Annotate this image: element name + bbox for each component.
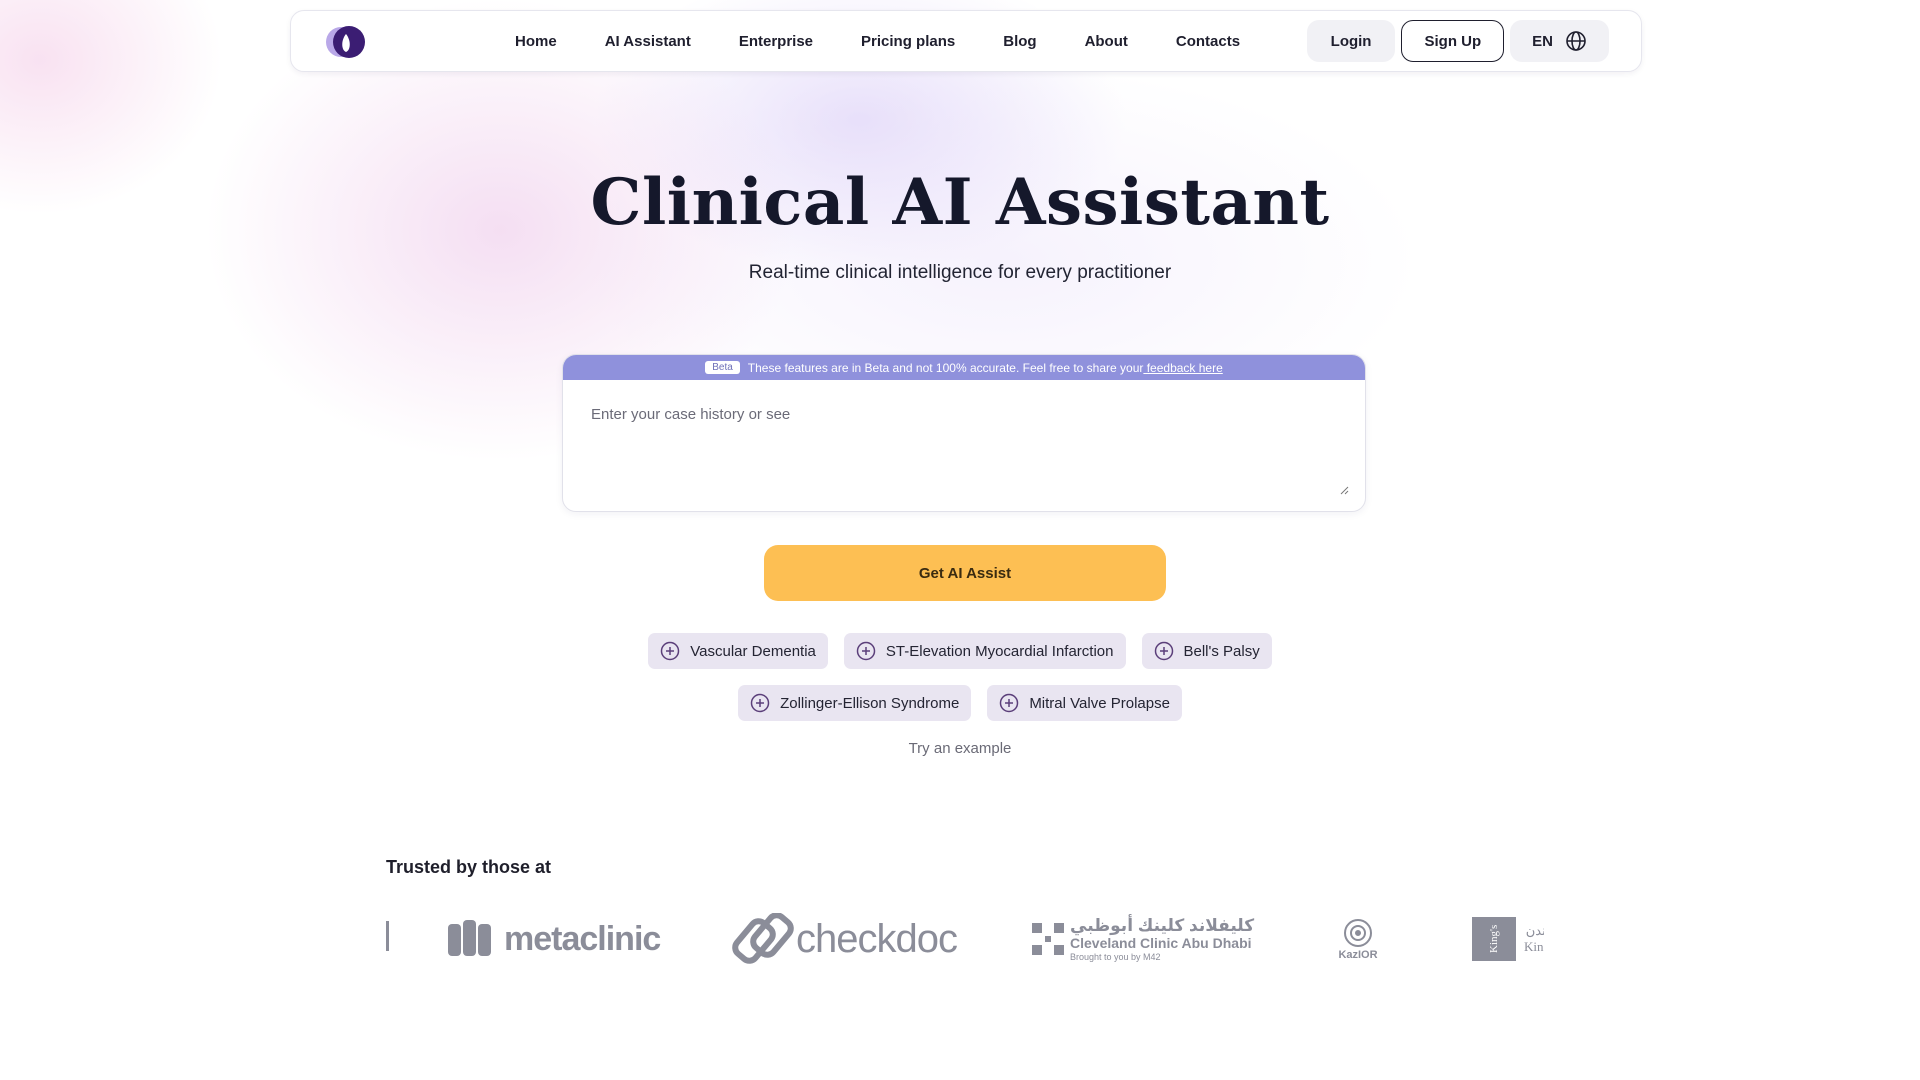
beta-notice-message: These features are in Beta and not 100% …	[747, 360, 1144, 375]
example-chip-label: Bell's Palsy	[1183, 642, 1260, 660]
trusted-by-heading: Trusted by those at	[386, 857, 552, 877]
plus-circle-icon	[1154, 641, 1173, 661]
nav-link-blog[interactable]: Blog	[979, 33, 1060, 50]
logo-cleveland-clinic-abu-dhabi: كليفلاند كلينك أبوظبي Cleveland Clinic A…	[1032, 905, 1254, 973]
nav-link-contacts[interactable]: Contacts	[1152, 33, 1264, 50]
case-history-input[interactable]	[563, 380, 1365, 511]
example-chip-stemi[interactable]: ST-Elevation Myocardial Infarction	[843, 633, 1126, 669]
checkdoc-mark-icon	[732, 913, 794, 964]
plus-circle-icon	[856, 641, 876, 661]
logo-checkdoc: checkdoc	[732, 905, 958, 973]
example-chip-label: ST-Elevation Myocardial Infarction	[885, 642, 1114, 660]
signup-button[interactable]: Sign Up	[1401, 20, 1505, 62]
example-chip-bells-palsy[interactable]: Bell's Palsy	[1141, 633, 1272, 669]
example-chip-label: Zollinger-Ellison Syndrome	[780, 694, 960, 712]
cleveland-tagline: Brought to you by M42	[1070, 951, 1161, 962]
logo-kings: King's لندن King	[1472, 905, 1544, 973]
checkdoc-wordmark: checkdoc	[796, 916, 958, 961]
login-button[interactable]: Login	[1306, 20, 1396, 62]
example-chip-label: Mitral Valve Prolapse	[1029, 694, 1170, 712]
nav-link-pricing-plans[interactable]: Pricing plans	[837, 33, 979, 50]
top-navbar: Home AI Assistant Enterprise Pricing pla…	[290, 10, 1642, 72]
get-ai-assist-button[interactable]: Get AI Assist	[764, 545, 1166, 601]
language-selector-button[interactable]: EN	[1510, 20, 1609, 62]
cleveland-english-name: Cleveland Clinic Abu Dhabi	[1070, 934, 1252, 951]
beta-notice-text: These features are in Beta and not 100% …	[748, 361, 1223, 375]
example-chips-row-1: Vascular Dementia ST-Elevation Myocardia…	[0, 633, 1920, 669]
logo-kazior: KazIOR	[1336, 905, 1380, 973]
language-label: EN	[1532, 32, 1553, 50]
main-nav: Home AI Assistant Enterprise Pricing pla…	[491, 11, 1264, 71]
logo-metaclinic: metaclinic	[448, 905, 661, 973]
metaclinic-mark-icon	[448, 920, 491, 956]
resize-handle-icon[interactable]	[1340, 486, 1349, 495]
kazior-wordmark: KazIOR	[1338, 949, 1378, 961]
cleveland-arabic-name: كليفلاند كلينك أبوظبي	[1070, 915, 1255, 935]
nav-link-ai-assistant[interactable]: AI Assistant	[581, 33, 715, 50]
feedback-link[interactable]: feedback here	[1143, 361, 1223, 375]
example-chip-zollinger-ellison[interactable]: Zollinger-Ellison Syndrome	[738, 685, 972, 721]
brand-logo-icon[interactable]	[325, 24, 367, 60]
metaclinic-wordmark: metaclinic	[504, 919, 661, 958]
example-chip-vascular-dementia[interactable]: Vascular Dementia	[648, 633, 828, 669]
plus-circle-icon	[1000, 693, 1019, 713]
kings-english-text: King	[1524, 939, 1544, 954]
kazior-mark-icon	[1344, 919, 1372, 947]
kings-arabic-text: لندن	[1525, 923, 1544, 938]
nav-actions: Login Sign Up EN	[1306, 20, 1609, 62]
example-chip-mitral-valve-prolapse[interactable]: Mitral Valve Prolapse	[987, 685, 1182, 721]
example-chip-label: Vascular Dementia	[690, 642, 816, 660]
example-chips-row-2: Zollinger-Ellison Syndrome Mitral Valve …	[0, 685, 1920, 721]
nav-link-home[interactable]: Home	[491, 33, 581, 50]
nav-link-about[interactable]: About	[1061, 33, 1152, 50]
nav-link-enterprise[interactable]: Enterprise	[715, 33, 837, 50]
page-subtitle: Real-time clinical intelligence for ever…	[748, 262, 1172, 283]
try-example-caption: Try an example	[908, 740, 1012, 757]
plus-circle-icon	[661, 641, 680, 661]
case-input-card: Beta These features are in Beta and not …	[562, 354, 1366, 512]
partner-logos-carousel: metaclinic checkdoc كليفلاند كلينك أبوظب…	[386, 905, 1544, 973]
beta-notice-bar: Beta These features are in Beta and not …	[563, 355, 1365, 380]
page-title: Clinical AI Assistant	[590, 165, 1330, 240]
kings-mark: King's	[1472, 917, 1516, 961]
cleveland-clinic-mark-icon	[1032, 923, 1064, 955]
globe-icon	[1566, 31, 1586, 51]
beta-badge: Beta	[705, 361, 740, 374]
partial-logo	[386, 921, 389, 951]
plus-circle-icon	[750, 693, 770, 713]
